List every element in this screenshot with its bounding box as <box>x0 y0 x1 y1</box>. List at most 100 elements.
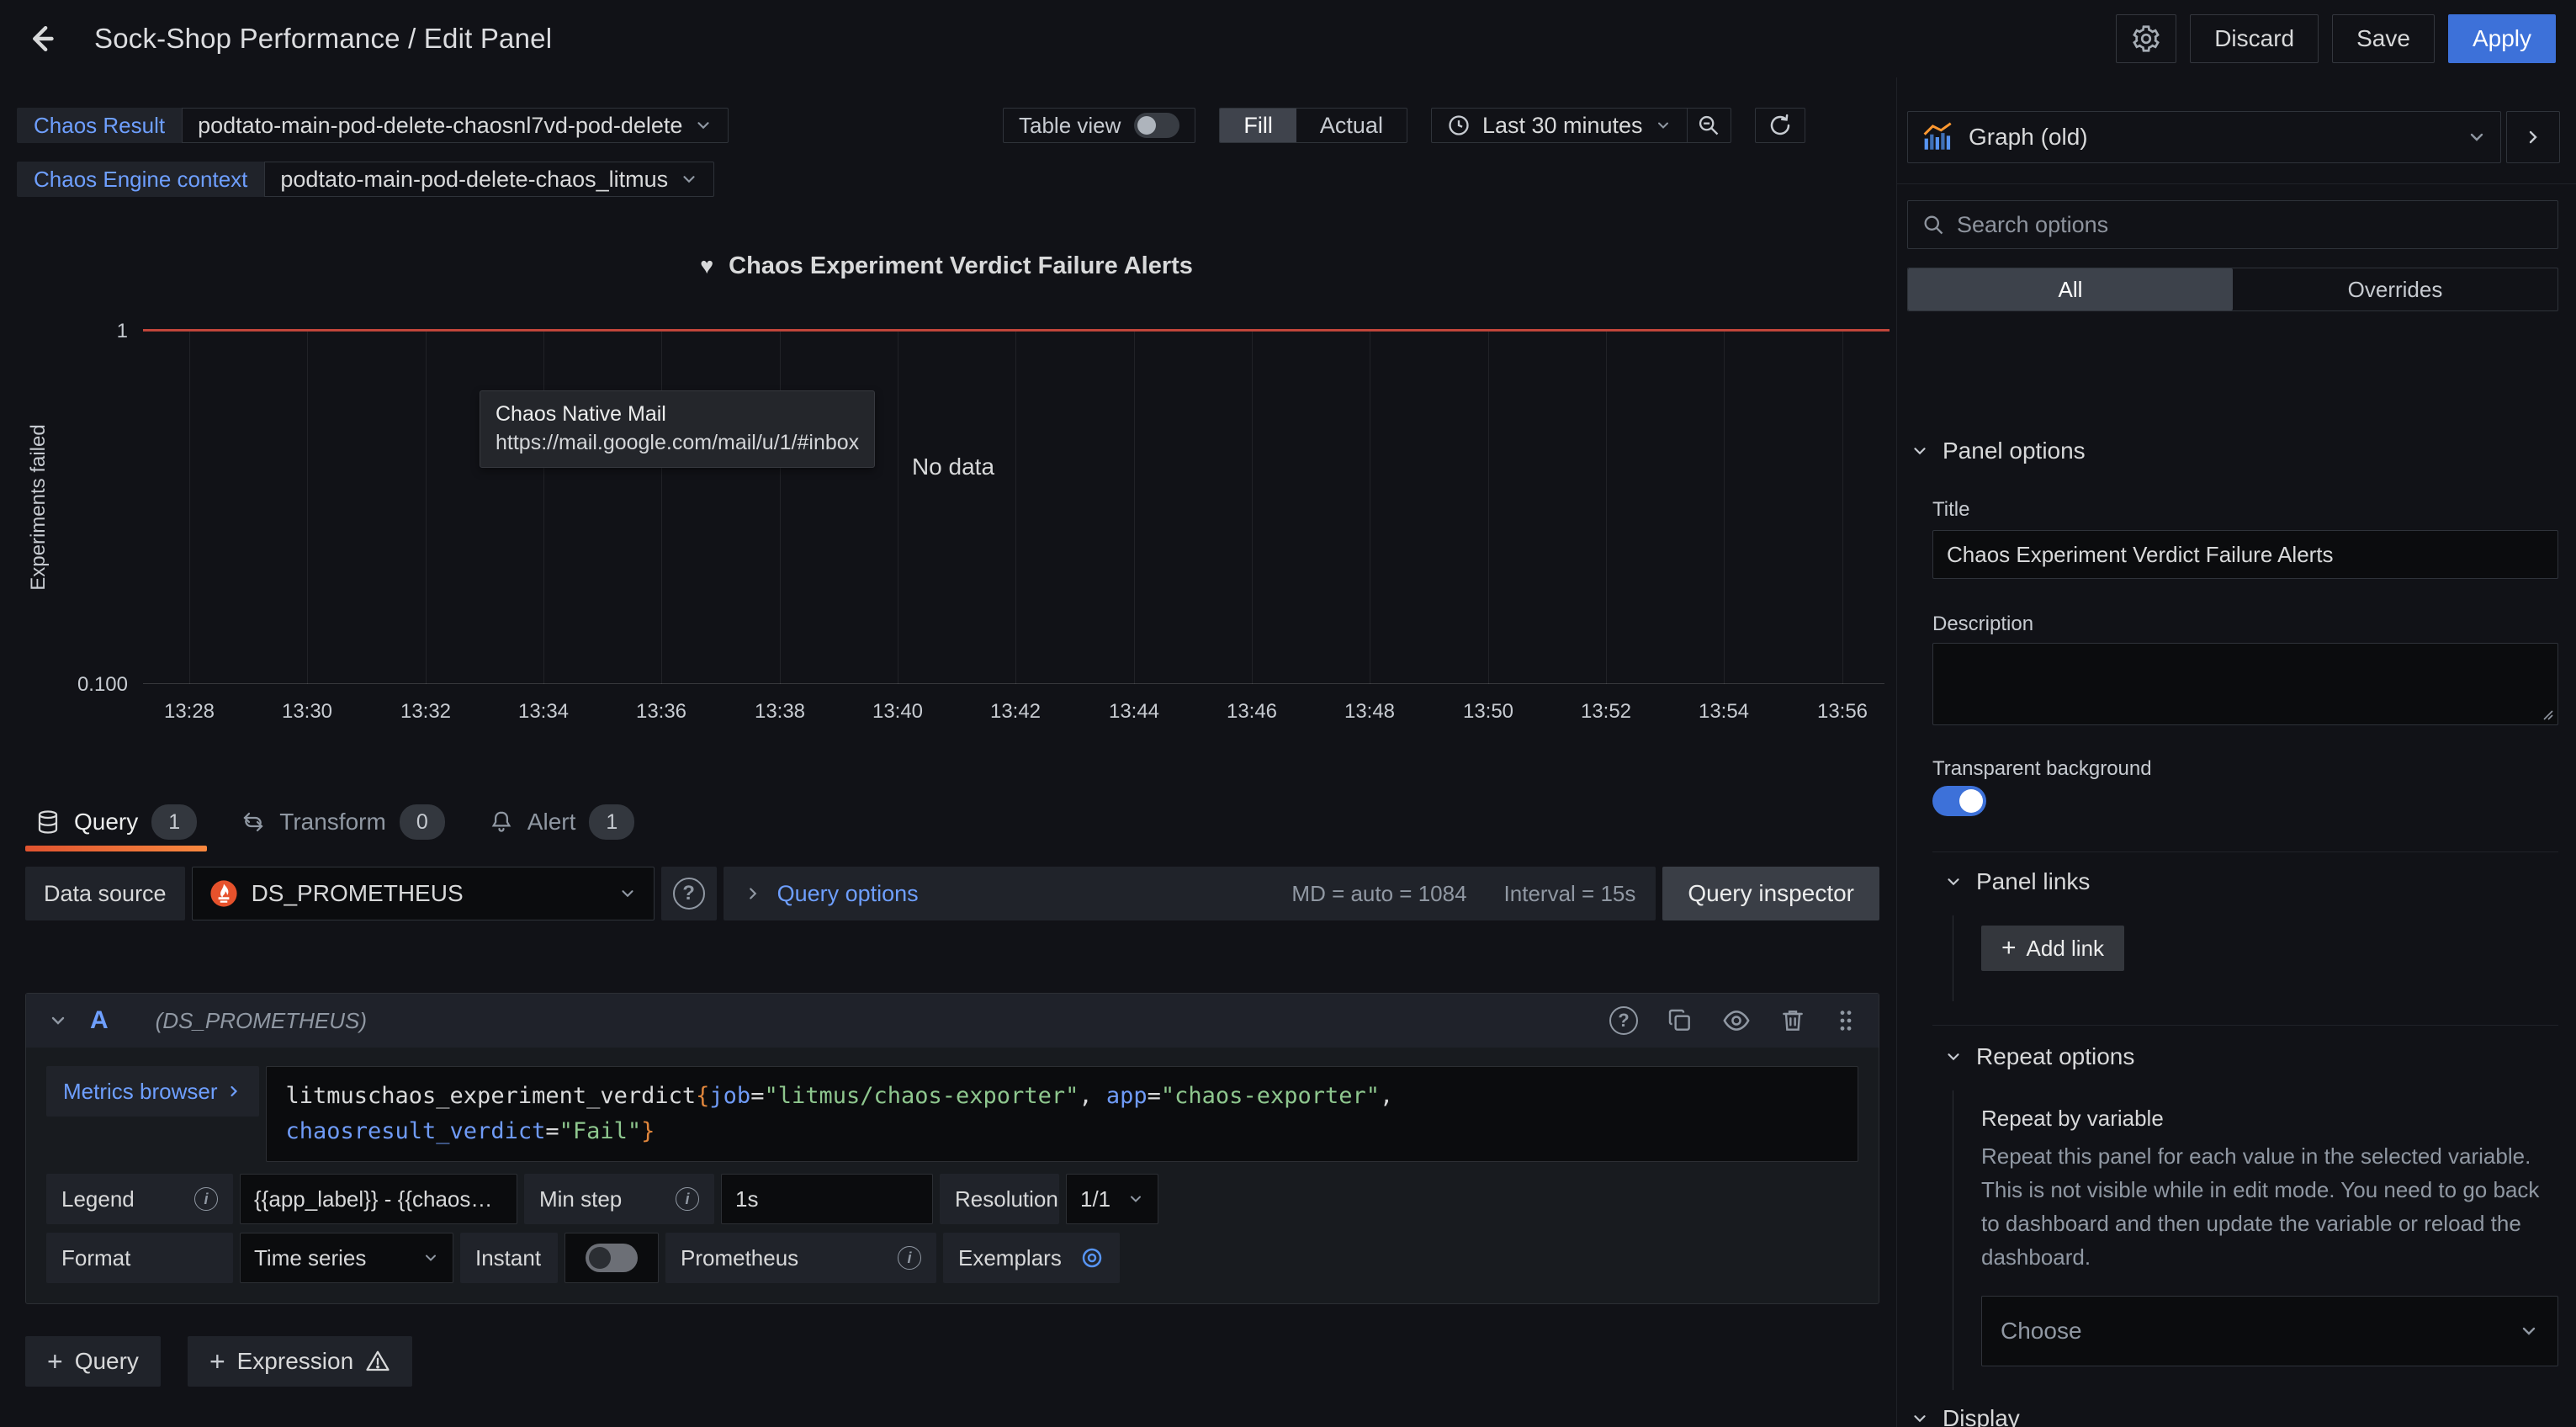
repeat-options-header[interactable]: Repeat options <box>1944 1043 2134 1070</box>
tab-count-badge: 1 <box>151 804 197 840</box>
repeat-variable-select[interactable]: Choose <box>1981 1296 2558 1366</box>
tab-count-badge: 0 <box>400 804 445 840</box>
add-query-button[interactable]: + Query <box>25 1336 161 1387</box>
graph-viz-icon <box>1921 122 1955 152</box>
refresh-icon <box>1768 113 1793 138</box>
exemplars-field[interactable]: Exemplars <box>943 1233 1120 1283</box>
warning-icon <box>365 1349 390 1374</box>
display-section-header[interactable]: Display <box>1911 1405 2020 1427</box>
promql-code-editor[interactable]: litmuschaos_experiment_verdict{job="litm… <box>266 1066 1858 1162</box>
x-axis-tick: 13:52 <box>1581 700 1631 724</box>
back-arrow-icon[interactable] <box>25 17 69 61</box>
page-title: Sock-Shop Performance / Edit Panel <box>94 23 552 55</box>
chart-plot-area[interactable] <box>143 331 1884 684</box>
variable-chaos-engine-context: Chaos Engine context podtato-main-pod-de… <box>17 162 729 197</box>
toggle-query-visibility-button[interactable] <box>1722 1006 1751 1035</box>
legend-input[interactable]: {{app_label}} - {{chaos… <box>240 1174 517 1224</box>
search-options-box <box>1907 200 2558 249</box>
tab-all[interactable]: All <box>1908 268 2233 310</box>
gridline <box>1252 331 1253 684</box>
info-icon: i <box>194 1187 218 1211</box>
format-select[interactable]: Time series <box>240 1233 453 1283</box>
panel-title-input[interactable] <box>1932 530 2558 579</box>
actual-option[interactable]: Actual <box>1296 109 1407 142</box>
transparent-bg-toggle[interactable] <box>1932 786 1986 816</box>
active-tab-underline <box>25 846 207 851</box>
y-axis-tick: 1 <box>0 320 128 343</box>
discard-button[interactable]: Discard <box>2190 14 2319 63</box>
interval-text: Interval = 15s <box>1504 881 1636 907</box>
instant-field-label: Instant <box>460 1233 558 1283</box>
metrics-browser-button[interactable]: Metrics browser <box>46 1066 259 1117</box>
tab-transform[interactable]: Transform 0 <box>231 793 455 851</box>
datasource-bar: Data source DS_PROMETHEUS ? Query option… <box>25 867 1879 920</box>
variable-value-text: podtato-main-pod-delete-chaos_litmus <box>280 167 668 193</box>
add-expression-button[interactable]: + Expression <box>188 1336 412 1387</box>
tab-label: Transform <box>279 809 386 836</box>
gridline <box>543 331 544 684</box>
collapse-pane-button[interactable] <box>2506 111 2560 163</box>
resize-handle-icon[interactable] <box>2539 706 2554 721</box>
x-axis-tick: 13:28 <box>164 700 215 724</box>
time-range-button[interactable]: Last 30 minutes <box>1432 109 1687 142</box>
grip-dots-icon <box>1835 1007 1857 1034</box>
tab-overrides[interactable]: Overrides <box>2233 268 2557 310</box>
datasource-help-button[interactable]: ? <box>661 867 717 920</box>
gridline <box>1015 331 1016 684</box>
divider <box>1932 851 2558 852</box>
datasource-select[interactable]: DS_PROMETHEUS <box>192 867 655 920</box>
transparent-bg-label: Transparent background <box>1932 757 2152 781</box>
copy-icon <box>1667 1007 1693 1034</box>
panel-link-tooltip[interactable]: Chaos Native Mail https://mail.google.co… <box>480 390 875 468</box>
save-button[interactable]: Save <box>2332 14 2435 63</box>
variable-value-dropdown[interactable]: podtato-main-pod-delete-chaosnl7vd-pod-d… <box>182 108 729 143</box>
gridline <box>189 331 190 684</box>
chart-panel-title[interactable]: ♥ Chaos Experiment Verdict Failure Alert… <box>0 252 1893 280</box>
delete-query-button[interactable] <box>1779 1007 1806 1034</box>
x-axis-tick: 13:32 <box>400 700 451 724</box>
chevron-down-icon <box>2519 1321 2539 1341</box>
add-link-button[interactable]: + Add link <box>1981 926 2124 971</box>
gridline <box>1606 331 1607 684</box>
editor-tabs: Query 1 Transform 0 Alert 1 <box>0 793 1893 851</box>
chevron-down-icon <box>694 116 713 135</box>
panel-options-header[interactable]: Panel options <box>1911 438 2086 464</box>
panel-links-header[interactable]: Panel links <box>1944 868 2090 895</box>
drag-query-handle[interactable] <box>1835 1007 1857 1034</box>
resolution-field-label: Resolution <box>940 1174 1059 1224</box>
panel-settings-button[interactable] <box>2116 14 2176 63</box>
duplicate-query-button[interactable] <box>1667 1007 1693 1034</box>
query-footer-buttons: + Query + Expression <box>25 1336 412 1387</box>
fill-option[interactable]: Fill <box>1220 109 1296 142</box>
resolution-select[interactable]: 1/1 <box>1066 1174 1158 1224</box>
query-help-button[interactable]: ? <box>1609 1006 1638 1035</box>
query-options-collapsed[interactable]: Query options MD = auto = 1084 Interval … <box>724 867 1656 920</box>
options-filter-tabs: All Overrides <box>1907 268 2558 311</box>
query-row-header[interactable]: A (DS_PROMETHEUS) ? <box>26 994 1879 1048</box>
chevron-down-icon <box>2467 127 2487 147</box>
tab-alert[interactable]: Alert 1 <box>479 793 645 851</box>
x-axis-tick: 13:54 <box>1699 700 1749 724</box>
gear-icon <box>2131 24 2161 54</box>
chevron-down-icon <box>1911 1409 1929 1427</box>
x-axis-tick: 13:36 <box>636 700 686 724</box>
table-view-toggle[interactable] <box>1134 113 1179 138</box>
visualization-picker[interactable]: Graph (old) <box>1907 111 2501 163</box>
zoom-out-time-button[interactable] <box>1687 109 1731 142</box>
chevron-down-icon <box>618 884 637 903</box>
apply-button[interactable]: Apply <box>2448 14 2556 63</box>
x-axis-tick: 13:44 <box>1109 700 1159 724</box>
x-axis-tick: 13:46 <box>1227 700 1277 724</box>
tab-query[interactable]: Query 1 <box>25 793 207 851</box>
datasource-label: Data source <box>25 867 185 920</box>
panel-description-textarea[interactable] <box>1932 643 2558 725</box>
min-step-input[interactable]: 1s <box>721 1174 933 1224</box>
format-field-label: Format <box>46 1233 233 1283</box>
search-options-input[interactable] <box>1957 212 2544 238</box>
refresh-button[interactable] <box>1755 108 1805 143</box>
query-inspector-button[interactable]: Query inspector <box>1662 867 1879 920</box>
description-field-label: Description <box>1932 613 2033 636</box>
variable-value-dropdown[interactable]: podtato-main-pod-delete-chaos_litmus <box>264 162 714 197</box>
instant-toggle[interactable] <box>586 1244 638 1272</box>
exemplars-target-icon <box>1079 1245 1105 1271</box>
